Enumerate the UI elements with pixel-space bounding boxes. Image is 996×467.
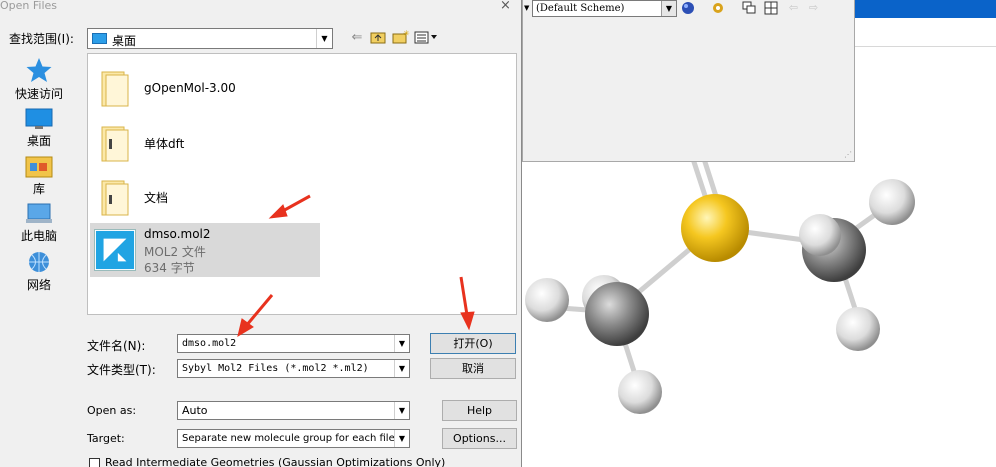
desktop-folder-icon [92,33,107,44]
look-in-label: 查找范围(I): [9,32,74,46]
svg-text:✳: ✳ [403,30,410,38]
filetype-label: 文件类型(T): [87,363,156,377]
place-quick-access[interactable]: 快速访问 [6,57,72,102]
place-library[interactable]: 库 [6,154,72,197]
help-button[interactable]: Help [442,400,517,421]
place-desktop[interactable]: 桌面 [6,108,72,149]
view-menu-icon[interactable] [414,30,442,46]
chevron-down-icon[interactable]: ▼ [316,29,332,48]
list-item-file-selected[interactable]: dmso.mol2 MOL2 文件 634 字节 [90,223,320,277]
target-label: Target: [87,432,125,445]
folder-icon [101,180,129,216]
place-label: 此电脑 [20,229,57,243]
star-icon [26,58,52,82]
molecule-viewport[interactable] [522,162,996,467]
file-size: 634 字节 [144,261,195,275]
library-icon [25,156,53,178]
place-label: 网络 [26,278,51,292]
folder-icon [101,71,129,107]
toolbar-panel: ⋰ [522,0,855,162]
target-value: Separate new molecule group for each fil… [182,433,395,444]
list-item-folder[interactable]: 单体dft [90,115,320,169]
forward-arrow-icon[interactable]: ⇨ [806,1,821,15]
filename-input[interactable]: dmso.mol2 ▼ [177,334,410,353]
mol2-file-icon [94,229,136,271]
open-button[interactable]: 打开(O) [430,333,516,354]
panel-arrow-icon: ▼ [524,4,530,12]
read-intermediate-checkbox[interactable] [89,458,100,467]
globe-icon[interactable] [680,1,695,15]
open-as-select[interactable]: Auto ▼ [177,401,410,420]
color-scheme-select[interactable]: (Default Scheme) ▼ [532,0,677,17]
list-item-folder[interactable]: 文档 [90,169,320,223]
up-folder-icon[interactable] [370,30,386,46]
file-list[interactable]: gOpenMol-3.00 单体dft 文档 dmso.mol2 MOL2 文件… [87,53,517,315]
look-in-value: 桌面 [112,34,137,48]
file-name: gOpenMol-3.00 [144,81,236,95]
folder-icon [101,126,129,162]
filetype-value: Sybyl Mol2 Files (*.mol2 *.ml2) [182,363,369,374]
open-as-value: Auto [182,404,208,417]
file-name: 单体dft [144,137,185,151]
tile-windows-icon[interactable] [763,1,778,15]
app-title-bar [855,0,996,18]
place-label: 桌面 [26,134,51,148]
close-icon[interactable]: × [500,0,511,13]
target-select[interactable]: Separate new molecule group for each fil… [177,429,410,448]
network-icon [29,252,49,272]
file-name: dmso.mol2 [144,227,211,241]
place-label: 快速访问 [14,87,63,101]
filename-label: 文件名(N): [87,339,146,353]
dialog-title: Open Files [0,0,58,12]
computer-icon [26,203,52,223]
desktop-icon [25,108,53,129]
place-network[interactable]: 网络 [6,250,72,293]
list-item-folder[interactable]: gOpenMol-3.00 [90,60,320,114]
hydrogen-atom[interactable] [799,214,841,256]
filename-value: dmso.mol2 [182,338,237,349]
file-name: 文档 [144,191,169,205]
cancel-button[interactable]: 取消 [430,358,516,379]
place-this-pc[interactable]: 此电脑 [6,203,72,244]
carbon-atom[interactable] [585,282,649,346]
gear-icon[interactable] [710,1,725,15]
chevron-down-icon[interactable]: ▼ [394,360,409,377]
back-arrow-icon[interactable]: ⇦ [786,1,801,15]
cascade-windows-icon[interactable] [741,1,756,15]
look-in-combo[interactable]: 桌面 ▼ [87,28,333,49]
sulfur-atom[interactable] [681,194,749,262]
filetype-select[interactable]: Sybyl Mol2 Files (*.mol2 *.ml2) ▼ [177,359,410,378]
new-folder-icon[interactable]: ✳ [392,29,410,46]
scheme-value: (Default Scheme) [536,3,625,14]
hydrogen-atom[interactable] [525,278,569,322]
hydrogen-atom[interactable] [618,370,662,414]
hydrogen-atom[interactable] [836,307,880,351]
chevron-down-icon[interactable]: ▼ [661,1,676,16]
divider [855,46,996,47]
back-icon[interactable]: ⇐ [349,30,365,46]
file-kind: MOL2 文件 [144,245,206,259]
chevron-down-icon[interactable]: ▼ [394,335,409,352]
open-as-label: Open as: [87,404,137,417]
options-button[interactable]: Options... [442,428,517,449]
chevron-down-icon[interactable]: ▼ [394,402,409,419]
hydrogen-atom[interactable] [869,179,915,225]
resize-grip-icon[interactable]: ⋰ [844,150,852,159]
checkbox-label: Read Intermediate Geometries (Gaussian O… [105,456,446,467]
chevron-down-icon[interactable]: ▼ [394,430,409,447]
open-files-dialog: Open Files × 查找范围(I): 桌面 ▼ ⇐ ✳ 快速访问 桌面 库… [0,0,522,467]
place-label: 库 [32,182,45,196]
